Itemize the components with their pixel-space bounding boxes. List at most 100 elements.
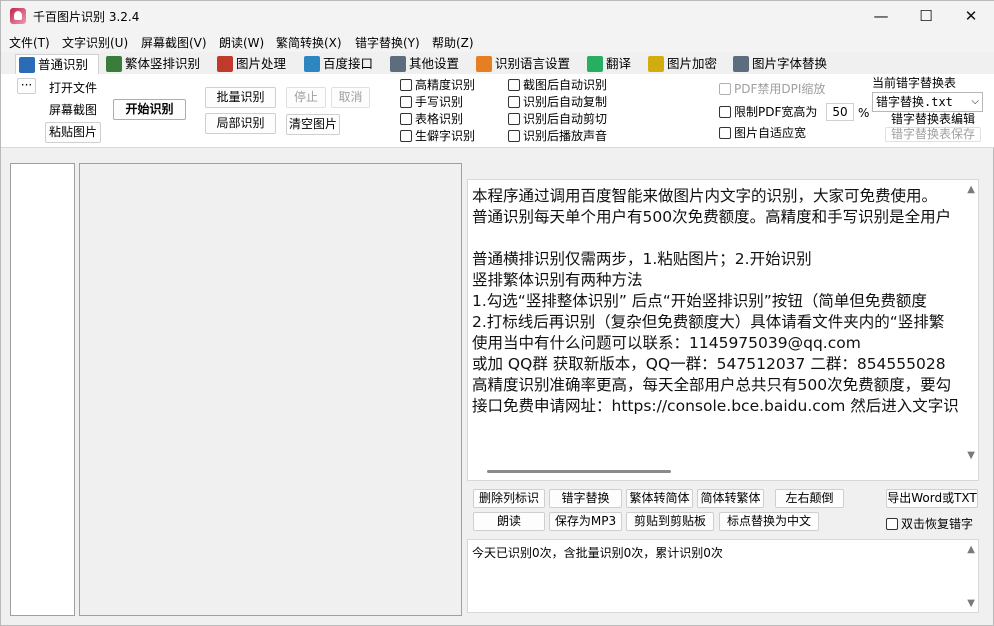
- checkbox-label: PDF禁用DPI缩放: [734, 82, 826, 96]
- tab-label: 繁体竖排识别: [125, 56, 201, 71]
- checkbox-box: [719, 106, 731, 118]
- translate-icon: [587, 56, 603, 72]
- limit-pdf-checkbox[interactable]: 限制PDF宽高为: [719, 104, 817, 120]
- tab-language-settings[interactable]: 识别语言设置: [473, 54, 570, 74]
- stop-button[interactable]: 停止: [286, 87, 326, 108]
- high-accuracy-checkbox[interactable]: 高精度识别: [400, 77, 475, 93]
- table-checkbox[interactable]: 表格识别: [400, 111, 463, 127]
- minimize-button[interactable]: —: [858, 1, 904, 31]
- play-sound-checkbox[interactable]: 识别后播放声音: [508, 128, 607, 144]
- checkbox-box: [400, 130, 412, 142]
- cut-clipboard-button[interactable]: 剪贴到剪贴板: [626, 512, 714, 531]
- settings-doc-icon: [390, 56, 406, 72]
- app-logo-icon: [10, 8, 26, 24]
- checkbox-label: 限制PDF宽高为: [734, 105, 818, 119]
- scroll-up-icon[interactable]: ▲: [967, 184, 975, 195]
- action-buttons: 删除列标识 错字替换 繁体转简体 简体转繁体 左右颠倒 导出Word或TXT 朗…: [467, 486, 979, 536]
- menu-file[interactable]: 文件(T): [9, 34, 50, 51]
- tab-other-settings[interactable]: 其他设置: [387, 54, 459, 74]
- scroll-down-icon[interactable]: ▼: [967, 598, 975, 609]
- menu-text-recognition[interactable]: 文字识别(U): [62, 34, 128, 51]
- open-file-button[interactable]: 打开文件: [45, 78, 101, 99]
- checkbox-label: 识别后自动剪切: [523, 112, 608, 126]
- tab-font-replace[interactable]: 图片字体替换: [730, 54, 827, 74]
- local-recognition-button[interactable]: 局部识别: [205, 113, 276, 134]
- double-click-restore-checkbox[interactable]: 双击恢复错字: [886, 516, 973, 532]
- checkbox-box: [400, 96, 412, 108]
- horizontal-scrollbar[interactable]: [487, 470, 671, 473]
- menu-screenshot[interactable]: 屏幕截图(V): [141, 34, 207, 51]
- pdf-dpi-checkbox[interactable]: PDF禁用DPI缩放: [719, 81, 825, 97]
- tab-bar: 普通识别 繁体竖排识别 图片处理 百度接口 其他设置 识别语言设置 翻译 图片加…: [1, 52, 994, 74]
- percent-label: %: [858, 106, 870, 120]
- image-preview[interactable]: [79, 163, 462, 616]
- adaptive-width-checkbox[interactable]: 图片自适应宽: [719, 125, 806, 141]
- result-line: 接口免费申请网址：https://console.bce.baidu.com 然…: [472, 397, 959, 415]
- result-line: 竖排繁体识别有两种方法: [472, 271, 643, 289]
- rss-icon: [476, 56, 492, 72]
- remove-marks-button[interactable]: 删除列标识: [473, 489, 545, 508]
- replace-table-value: 错字替换.txt: [876, 95, 953, 109]
- flip-button[interactable]: 左右颠倒: [775, 489, 844, 508]
- result-text-area[interactable]: 本程序通过调用百度智能来做图片内文字的识别，大家可免费使用。 普通识别每天单个用…: [467, 179, 979, 481]
- menu-read-aloud[interactable]: 朗读(W): [219, 34, 264, 51]
- punct-to-cn-button[interactable]: 标点替换为中文: [719, 512, 819, 531]
- rare-char-checkbox[interactable]: 生僻字识别: [400, 128, 475, 144]
- more-button[interactable]: ···: [17, 78, 36, 94]
- checkbox-label: 双击恢复错字: [901, 517, 974, 531]
- export-button[interactable]: 导出Word或TXT: [886, 489, 978, 508]
- scroll-up-icon[interactable]: ▲: [967, 544, 975, 555]
- auto-recognize-checkbox[interactable]: 截图后自动识别: [508, 77, 607, 93]
- close-button[interactable]: ✕: [948, 1, 994, 31]
- edit-replace-table-button[interactable]: 错字替换表编辑: [885, 112, 981, 127]
- clear-image-button[interactable]: 清空图片: [286, 114, 340, 135]
- auto-copy-checkbox[interactable]: 识别后自动复制: [508, 94, 607, 110]
- save-mp3-button[interactable]: 保存为MP3: [549, 512, 622, 531]
- tab-image-processing[interactable]: 图片处理: [214, 54, 286, 74]
- checkbox-box: [400, 79, 412, 91]
- auto-cut-checkbox[interactable]: 识别后自动剪切: [508, 111, 607, 127]
- checkbox-box: [719, 83, 731, 95]
- scroll-down-icon[interactable]: ▼: [967, 450, 975, 461]
- font-replace-icon: [733, 56, 749, 72]
- cancel-button[interactable]: 取消: [331, 87, 370, 108]
- screenshot-button[interactable]: 屏幕截图: [45, 100, 101, 121]
- app-window: 千百图片识别 3.2.4 — ☐ ✕ 文件(T) 文字识别(U) 屏幕截图(V)…: [0, 0, 994, 626]
- to-simplified-button[interactable]: 繁体转简体: [626, 489, 693, 508]
- replace-table-select[interactable]: 错字替换.txt ⌵: [872, 92, 983, 112]
- paint-icon: [217, 56, 233, 72]
- menu-help[interactable]: 帮助(Z): [432, 34, 474, 51]
- status-area[interactable]: 今天已识别0次，含批量识别0次，累计识别0次 ▲ ▼: [467, 539, 979, 613]
- checkbox-label: 手写识别: [415, 95, 464, 109]
- tab-label: 百度接口: [323, 56, 374, 71]
- save-replace-table-button[interactable]: 错字替换表保存: [885, 127, 981, 142]
- lock-icon: [648, 56, 664, 72]
- checkbox-label: 表格识别: [415, 112, 464, 126]
- batch-recognition-button[interactable]: 批量识别: [205, 87, 276, 108]
- checkbox-box: [719, 127, 731, 139]
- tab-image-encrypt[interactable]: 图片加密: [645, 54, 717, 74]
- start-recognition-button[interactable]: 开始识别: [113, 99, 186, 120]
- paste-image-button[interactable]: 粘贴图片: [45, 122, 101, 143]
- tab-baidu-api[interactable]: 百度接口: [301, 54, 373, 74]
- tab-vertical-recognition[interactable]: 繁体竖排识别: [103, 54, 200, 74]
- to-traditional-button[interactable]: 简体转繁体: [697, 489, 764, 508]
- pdf-limit-input[interactable]: 50: [826, 103, 854, 121]
- network-icon: [304, 56, 320, 72]
- thumbnail-list[interactable]: [10, 163, 75, 616]
- result-line: 使用当中有什么问题可以联系：1145975039@qq.com: [472, 334, 861, 352]
- image-icon: [106, 56, 122, 72]
- result-line: 2.打标线后再识别（复杂但免费额度大）具体请看文件夹内的“竖排繁: [472, 313, 945, 331]
- checkbox-box: [508, 96, 520, 108]
- maximize-button[interactable]: ☐: [903, 1, 949, 31]
- tab-normal-recognition[interactable]: 普通识别: [15, 54, 99, 74]
- checkbox-label: 识别后播放声音: [523, 129, 608, 143]
- tab-translate[interactable]: 翻译: [584, 54, 631, 74]
- replace-typos-button[interactable]: 错字替换: [549, 489, 622, 508]
- read-aloud-button[interactable]: 朗读: [473, 512, 545, 531]
- result-line: 1.勾选“竖排整体识别” 后点“开始竖排识别”按钮（简单但免费额度: [472, 292, 927, 310]
- menu-convert[interactable]: 繁简转换(X): [276, 34, 342, 51]
- handwriting-checkbox[interactable]: 手写识别: [400, 94, 463, 110]
- menu-typo-replace[interactable]: 错字替换(Y): [355, 34, 420, 51]
- window-title: 千百图片识别 3.2.4: [33, 10, 140, 24]
